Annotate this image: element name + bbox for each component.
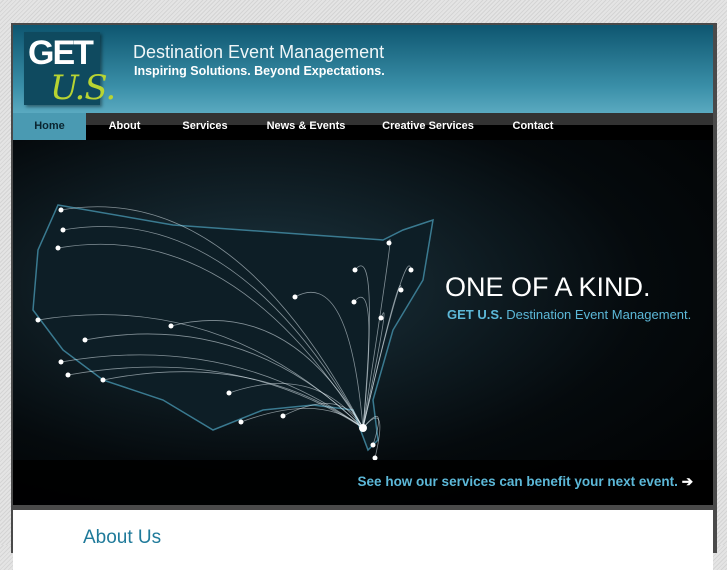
nav-about[interactable]: About [86,113,163,140]
main-nav: Home About Services News & Events Creati… [13,113,713,140]
city-dot [398,287,404,293]
city-dot [82,337,88,343]
city-dot [226,390,232,396]
city-dot [35,317,41,323]
services-cta-link[interactable]: See how our services can benefit your ne… [358,474,693,490]
logo-text-us: U.S. [50,68,116,108]
site-tagline: Inspiring Solutions. Beyond Expectations… [134,64,385,78]
city-dot [292,294,298,300]
us-map-illustration [32,204,434,461]
city-dot [352,267,358,273]
about-heading: About Us [83,527,162,548]
city-dot [55,245,61,251]
logo[interactable]: GET U.S. [24,32,116,108]
nav-contact[interactable]: Contact [491,113,575,140]
nav-home[interactable]: Home [13,113,86,140]
hero-banner: ONE OF A KIND. GET U.S. Destination Even… [13,140,713,505]
city-dot [370,442,376,448]
hero-subline-text: Destination Event Management. [506,307,692,322]
site-title: Destination Event Management [133,42,385,62]
city-dot [58,359,64,365]
cta-text: See how our services can benefit your ne… [357,474,678,489]
city-dot [168,323,174,329]
cta-band: See how our services can benefit your ne… [13,460,713,505]
city-dot [65,372,71,378]
hero-headline: ONE OF A KIND. [445,272,651,302]
us-outline [32,204,434,452]
hub-dot [359,424,367,432]
city-dot [351,299,357,305]
header: GET U.S. Destination Event Management In… [13,25,713,113]
nav-news-events[interactable]: News & Events [247,113,365,140]
city-dot [408,267,414,273]
hero-brand: GET U.S. [447,307,503,322]
nav-services[interactable]: Services [163,113,247,140]
city-dot [280,413,286,419]
page-frame: GET U.S. Destination Event Management In… [11,23,717,570]
nav-creative-services[interactable]: Creative Services [365,113,491,140]
city-dot [60,227,66,233]
city-dot [58,207,64,213]
city-dot [386,240,392,246]
arrow-right-icon: ➔ [681,474,693,489]
content-area: About Us [13,510,713,570]
hero-subline: GET U.S. Destination Event Management. [447,307,691,322]
city-dot [378,315,384,321]
city-dot [238,419,244,425]
city-dot [100,377,106,383]
